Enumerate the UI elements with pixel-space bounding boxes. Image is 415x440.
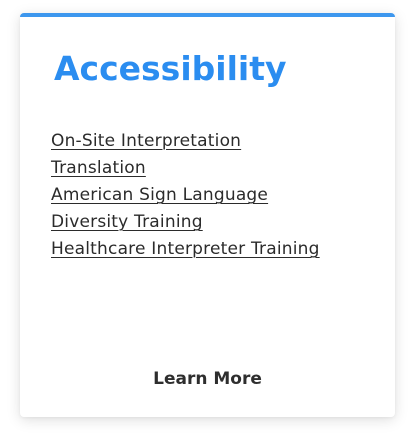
- link-translation[interactable]: Translation: [51, 158, 146, 178]
- list-item: Healthcare Interpreter Training: [51, 235, 320, 262]
- link-healthcare-interpreter-training[interactable]: Healthcare Interpreter Training: [51, 239, 320, 259]
- accessibility-card: Accessibility On-Site Interpretation Tra…: [20, 13, 395, 417]
- card-title: Accessibility: [54, 49, 287, 88]
- list-item: On-Site Interpretation: [51, 127, 320, 154]
- card-accent-bar: [20, 13, 395, 17]
- service-link-list: On-Site Interpretation Translation Ameri…: [51, 127, 320, 262]
- link-on-site-interpretation[interactable]: On-Site Interpretation: [51, 131, 241, 151]
- learn-more-button[interactable]: Learn More: [20, 367, 395, 391]
- list-item: Diversity Training: [51, 208, 320, 235]
- link-diversity-training[interactable]: Diversity Training: [51, 212, 203, 232]
- list-item: American Sign Language: [51, 181, 320, 208]
- list-item: Translation: [51, 154, 320, 181]
- link-american-sign-language[interactable]: American Sign Language: [51, 185, 268, 205]
